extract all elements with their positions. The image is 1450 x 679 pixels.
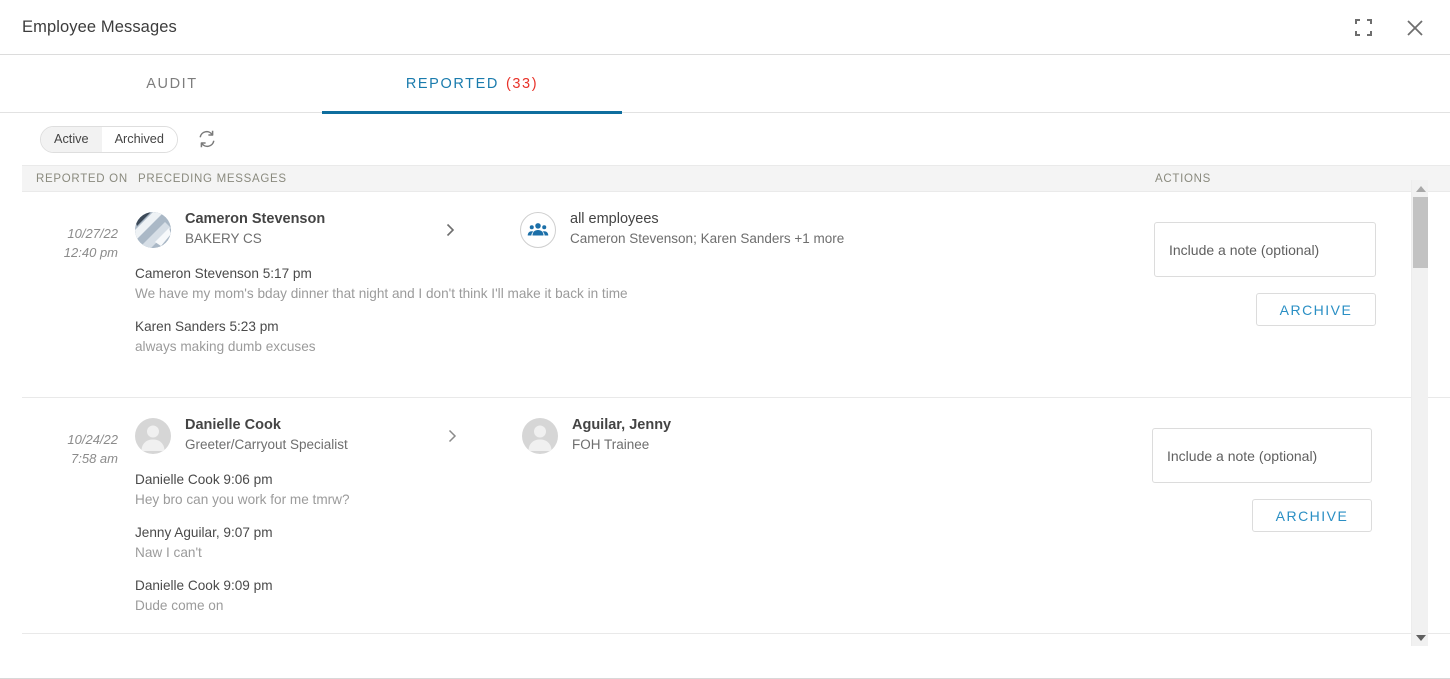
message-list: 10/27/22 12:40 pm Cameron Stevenson BAKE… bbox=[22, 192, 1450, 658]
row-actions: ARCHIVE bbox=[1152, 428, 1372, 532]
column-header-reported-on: REPORTED ON bbox=[36, 173, 128, 185]
filter-archived[interactable]: Archived bbox=[101, 126, 177, 152]
table-row: 10/24/22 7:58 am Danielle Cook Greeter/C… bbox=[22, 398, 1450, 634]
status-filter-toggle[interactable]: Active Archived bbox=[40, 125, 178, 153]
archive-button[interactable]: ARCHIVE bbox=[1252, 499, 1372, 532]
recipient-names: all employees Cameron Stevenson; Karen S… bbox=[570, 210, 844, 248]
recipient-role: FOH Trainee bbox=[572, 437, 650, 452]
scroll-up-arrow[interactable] bbox=[1412, 180, 1429, 197]
recipient-names: Aguilar, Jenny FOH Trainee bbox=[572, 416, 671, 454]
tab-reported[interactable]: REPORTED (33) bbox=[322, 55, 622, 114]
archive-button[interactable]: ARCHIVE bbox=[1256, 293, 1376, 326]
window-controls bbox=[1350, 0, 1428, 55]
filter-bar: Active Archived bbox=[0, 113, 1450, 165]
avatar bbox=[135, 212, 171, 248]
row-body: Danielle Cook Greeter/Carryout Specialis… bbox=[135, 416, 1450, 616]
row-time: 12:40 pm bbox=[63, 245, 118, 260]
grid-header: REPORTED ON PRECEDING MESSAGES ACTIONS bbox=[22, 165, 1450, 192]
reported-on-date: 10/27/22 12:40 pm bbox=[22, 224, 118, 262]
note-input[interactable] bbox=[1154, 222, 1376, 277]
message-author: Danielle Cook 9:09 pm bbox=[135, 578, 273, 593]
recipient-name: all employees bbox=[570, 211, 659, 227]
sender-info: Cameron Stevenson BAKERY CS bbox=[185, 210, 325, 248]
row-actions: ARCHIVE bbox=[1154, 222, 1376, 326]
recipient-role: Cameron Stevenson; Karen Sanders +1 more bbox=[570, 231, 845, 246]
scrollbar[interactable] bbox=[1411, 180, 1428, 646]
sender-role: BAKERY CS bbox=[185, 231, 262, 246]
sender-name: Danielle Cook bbox=[185, 417, 281, 433]
row-time: 7:58 am bbox=[71, 451, 118, 466]
message-item: Danielle Cook 9:09 pm Dude come on bbox=[135, 576, 1450, 616]
tab-audit[interactable]: AUDIT bbox=[22, 55, 322, 113]
tab-audit-label: AUDIT bbox=[146, 76, 198, 92]
note-input[interactable] bbox=[1152, 428, 1372, 483]
message-text: Naw I can't bbox=[135, 545, 202, 560]
filter-active[interactable]: Active bbox=[41, 126, 102, 152]
tab-reported-label: REPORTED bbox=[405, 76, 499, 92]
column-header-actions: ACTIONS bbox=[1155, 173, 1212, 185]
group-icon bbox=[520, 212, 556, 248]
chevron-right-icon[interactable] bbox=[442, 222, 462, 242]
page-title: Employee Messages bbox=[22, 17, 177, 36]
recipient-name: Aguilar, Jenny bbox=[572, 417, 672, 433]
expand-icon[interactable] bbox=[1350, 15, 1376, 41]
tab-bar: AUDIT REPORTED (33) bbox=[0, 55, 1450, 114]
message-text: always making dumb excuses bbox=[135, 339, 316, 354]
scroll-down-arrow[interactable] bbox=[1412, 629, 1429, 646]
row-date: 10/24/22 bbox=[67, 432, 118, 447]
employee-messages-window: Employee Messages AUDIT REPORTED (33) Ac… bbox=[0, 0, 1450, 679]
row-date: 10/27/22 bbox=[67, 226, 118, 241]
avatar bbox=[135, 418, 171, 454]
recipient-info: Aguilar, Jenny FOH Trainee bbox=[522, 416, 671, 454]
row-body: Cameron Stevenson BAKERY CS all employee… bbox=[135, 210, 1450, 357]
sender-role: Greeter/Carryout Specialist bbox=[185, 437, 348, 452]
refresh-icon[interactable] bbox=[196, 128, 218, 150]
close-icon[interactable] bbox=[1402, 15, 1428, 41]
reported-on-date: 10/24/22 7:58 am bbox=[22, 430, 118, 468]
recipient-info: all employees Cameron Stevenson; Karen S… bbox=[520, 210, 844, 248]
table-row: 10/27/22 12:40 pm Cameron Stevenson BAKE… bbox=[22, 192, 1450, 398]
tab-reported-count: (33) bbox=[505, 76, 539, 92]
scrollbar-thumb[interactable] bbox=[1413, 197, 1428, 268]
sender-name: Cameron Stevenson bbox=[185, 211, 326, 227]
chevron-right-icon[interactable] bbox=[444, 428, 464, 448]
title-bar: Employee Messages bbox=[0, 0, 1450, 55]
sender-info: Danielle Cook Greeter/Carryout Specialis… bbox=[185, 416, 348, 454]
avatar bbox=[522, 418, 558, 454]
column-header-preceding-messages: PRECEDING MESSAGES bbox=[138, 173, 287, 185]
message-text: Dude come on bbox=[135, 598, 224, 613]
